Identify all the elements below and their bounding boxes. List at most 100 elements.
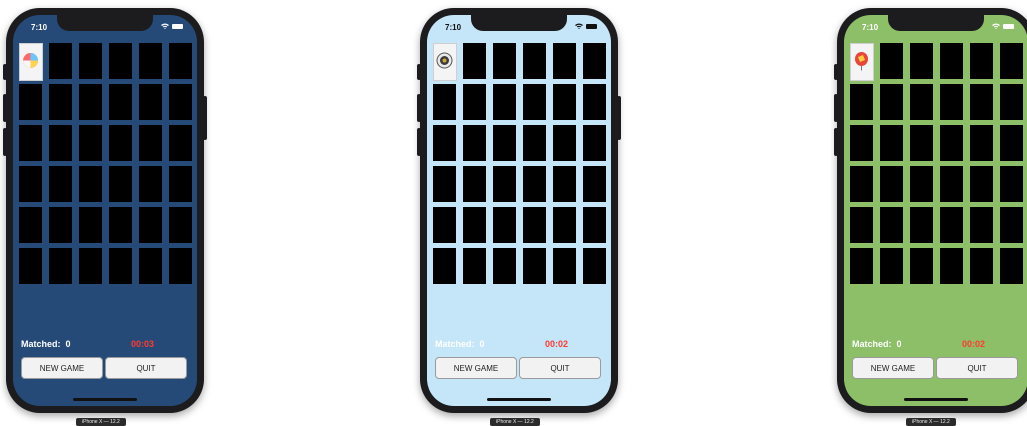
memory-card[interactable] (553, 43, 576, 79)
memory-card[interactable] (49, 125, 72, 161)
memory-card[interactable] (850, 207, 873, 243)
memory-card[interactable] (970, 207, 993, 243)
memory-card[interactable] (1000, 207, 1023, 243)
memory-card[interactable] (940, 43, 963, 79)
memory-card[interactable] (880, 43, 903, 79)
memory-card[interactable] (910, 43, 933, 79)
memory-card[interactable] (1000, 248, 1023, 284)
memory-card[interactable] (49, 248, 72, 284)
memory-card[interactable] (850, 248, 873, 284)
memory-card[interactable] (493, 43, 516, 79)
memory-card[interactable] (169, 43, 192, 79)
memory-card[interactable] (850, 125, 873, 161)
memory-card[interactable] (850, 84, 873, 120)
memory-card[interactable] (583, 125, 606, 161)
memory-card[interactable] (19, 248, 42, 284)
memory-card[interactable] (910, 84, 933, 120)
memory-card[interactable] (553, 166, 576, 202)
memory-card[interactable] (463, 84, 486, 120)
memory-card[interactable] (139, 207, 162, 243)
memory-card[interactable] (139, 43, 162, 79)
memory-card[interactable] (493, 166, 516, 202)
memory-card[interactable] (169, 125, 192, 161)
memory-card[interactable] (49, 43, 72, 79)
new-game-button[interactable]: NEW GAME (21, 357, 103, 379)
memory-card[interactable] (583, 43, 606, 79)
memory-card[interactable] (139, 248, 162, 284)
memory-card[interactable] (940, 248, 963, 284)
memory-card[interactable] (553, 248, 576, 284)
new-game-button[interactable]: NEW GAME (852, 357, 934, 379)
memory-card[interactable] (1000, 84, 1023, 120)
memory-card[interactable] (910, 166, 933, 202)
quit-button[interactable]: QUIT (936, 357, 1018, 379)
memory-card[interactable] (169, 84, 192, 120)
memory-card[interactable] (109, 125, 132, 161)
memory-card[interactable] (433, 125, 456, 161)
memory-card[interactable] (910, 125, 933, 161)
memory-card[interactable] (493, 125, 516, 161)
memory-card[interactable] (433, 84, 456, 120)
memory-card[interactable] (79, 248, 102, 284)
memory-card[interactable] (1000, 125, 1023, 161)
memory-card[interactable] (1000, 43, 1023, 79)
memory-card[interactable] (523, 248, 546, 284)
memory-card[interactable] (523, 125, 546, 161)
memory-card[interactable] (880, 84, 903, 120)
memory-card[interactable] (553, 207, 576, 243)
memory-card[interactable] (523, 43, 546, 79)
memory-card[interactable] (523, 84, 546, 120)
memory-card[interactable] (463, 248, 486, 284)
memory-card[interactable] (583, 207, 606, 243)
memory-card[interactable] (910, 207, 933, 243)
memory-card[interactable] (940, 207, 963, 243)
memory-card[interactable] (970, 166, 993, 202)
memory-card[interactable] (49, 166, 72, 202)
memory-card[interactable] (583, 84, 606, 120)
memory-card[interactable] (970, 248, 993, 284)
memory-card[interactable] (493, 84, 516, 120)
memory-card[interactable] (910, 248, 933, 284)
memory-card[interactable] (109, 248, 132, 284)
memory-card[interactable] (79, 207, 102, 243)
memory-card[interactable] (493, 248, 516, 284)
memory-card[interactable] (1000, 166, 1023, 202)
memory-card[interactable] (880, 166, 903, 202)
memory-card[interactable] (940, 166, 963, 202)
memory-card[interactable] (880, 125, 903, 161)
memory-card[interactable] (463, 125, 486, 161)
memory-card[interactable] (523, 166, 546, 202)
memory-card[interactable] (433, 207, 456, 243)
quit-button[interactable]: QUIT (105, 357, 187, 379)
memory-card[interactable] (139, 84, 162, 120)
memory-card[interactable] (940, 125, 963, 161)
memory-card[interactable] (523, 207, 546, 243)
memory-card[interactable] (79, 166, 102, 202)
memory-card[interactable] (433, 166, 456, 202)
memory-card[interactable] (880, 248, 903, 284)
memory-card[interactable] (169, 166, 192, 202)
memory-card[interactable] (463, 43, 486, 79)
memory-card[interactable] (19, 84, 42, 120)
memory-card[interactable] (970, 84, 993, 120)
memory-card[interactable] (463, 166, 486, 202)
new-game-button[interactable]: NEW GAME (435, 357, 517, 379)
memory-card[interactable] (139, 166, 162, 202)
memory-card[interactable] (109, 43, 132, 79)
memory-card[interactable] (583, 248, 606, 284)
memory-card[interactable] (79, 125, 102, 161)
memory-card[interactable] (169, 248, 192, 284)
memory-card[interactable] (49, 84, 72, 120)
memory-card[interactable] (19, 125, 42, 161)
memory-card[interactable] (169, 207, 192, 243)
memory-card[interactable] (109, 84, 132, 120)
memory-card[interactable] (19, 166, 42, 202)
memory-card[interactable] (970, 125, 993, 161)
theme-icon-card[interactable] (850, 43, 874, 81)
memory-card[interactable] (970, 43, 993, 79)
memory-card[interactable] (493, 207, 516, 243)
memory-card[interactable] (850, 166, 873, 202)
memory-card[interactable] (553, 125, 576, 161)
memory-card[interactable] (109, 207, 132, 243)
memory-card[interactable] (79, 84, 102, 120)
